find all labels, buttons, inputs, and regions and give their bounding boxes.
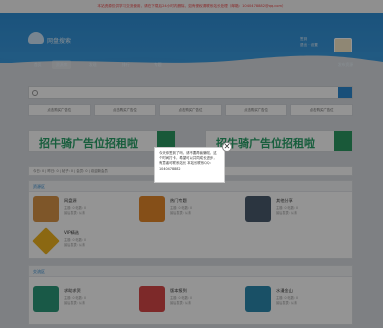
close-icon[interactable]: ✕	[222, 142, 232, 152]
popup-dialog: 今天你签到了吗，请不要再偷懒啦，这个时间打卡，希望可以共同成长进步，有意者可联系…	[154, 147, 225, 183]
